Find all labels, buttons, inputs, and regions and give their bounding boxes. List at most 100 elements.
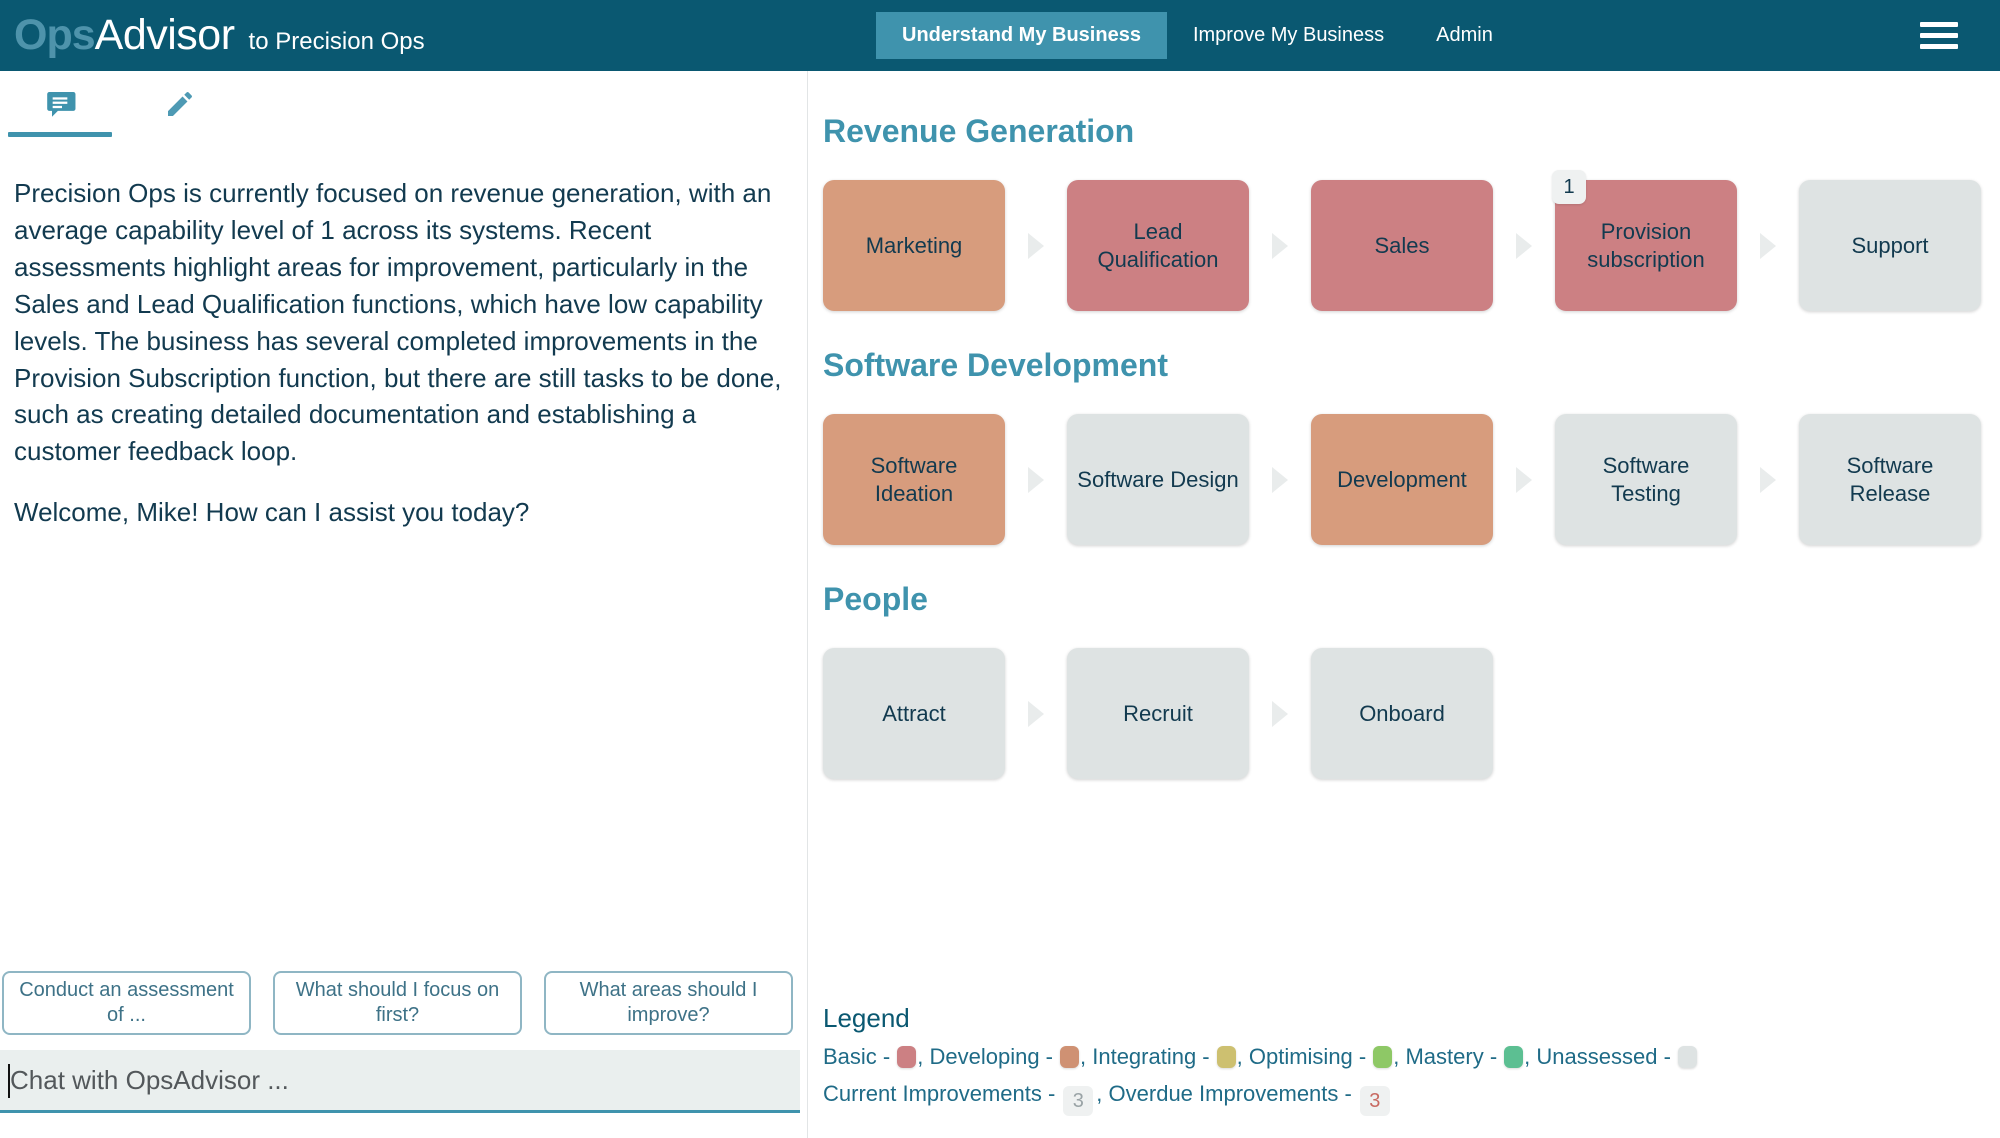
- nav-tab-admin[interactable]: Admin: [1410, 12, 1519, 59]
- capability-card-slot: Software Testing: [1555, 414, 1737, 545]
- pencil-edit-icon: [168, 92, 192, 116]
- legend-separator: ,: [1524, 1043, 1537, 1069]
- suggestion-chip-areas-improve[interactable]: What areas should I improve?: [544, 971, 793, 1035]
- capability-level-badge: 1: [1552, 170, 1586, 204]
- legend-color-swatch: [1373, 1045, 1393, 1068]
- main-nav-tabs: Understand My Business Improve My Busine…: [876, 12, 1519, 59]
- legend-separator: ,: [1096, 1081, 1109, 1106]
- nav-tab-improve-my-business[interactable]: Improve My Business: [1167, 12, 1410, 59]
- capability-card[interactable]: Recruit: [1067, 648, 1249, 779]
- capability-card[interactable]: Support: [1799, 180, 1981, 311]
- chat-input[interactable]: [10, 1064, 800, 1096]
- flow-arrow-icon: [1005, 700, 1067, 727]
- legend-improvement-counts: Current Improvements - 3, Overdue Improve…: [823, 1075, 1698, 1116]
- hamburger-menu-icon[interactable]: [1920, 22, 1958, 49]
- capability-flow: Attract Recruit Onboard: [823, 648, 2000, 779]
- app-root: Ops Advisor to Precision Ops Understand …: [0, 0, 2000, 1138]
- legend-color-swatch: [1504, 1045, 1524, 1068]
- capability-card[interactable]: Software Testing: [1555, 414, 1737, 545]
- section-title: Revenue Generation: [823, 113, 1135, 149]
- capability-card[interactable]: Development: [1311, 414, 1493, 545]
- capability-card[interactable]: Software Ideation: [823, 414, 1005, 545]
- legend-separator: ,: [917, 1043, 930, 1069]
- suggestion-chip-assessment[interactable]: Conduct an assessment of ...: [2, 971, 251, 1035]
- legend-color-swatch: [1060, 1045, 1079, 1068]
- flow-arrow-icon: [1493, 466, 1555, 493]
- legend-item: Developing -,: [929, 1038, 1092, 1075]
- legend-separator: ,: [1080, 1043, 1093, 1069]
- capability-card-slot: Development: [1311, 414, 1493, 545]
- legend-item-label: Optimising -: [1248, 1043, 1367, 1069]
- capability-card-slot: Sales: [1311, 180, 1493, 311]
- legend-capability-levels: Basic -, Developing -, Integrating -, Op…: [823, 1038, 1698, 1075]
- legend-title: Legend: [823, 1002, 910, 1033]
- tab-edit[interactable]: [120, 71, 240, 137]
- capability-flow: Marketing Lead Qualification Sales Provisio…: [823, 170, 2000, 311]
- legend-improvement-label: Overdue Improvements -: [1108, 1081, 1352, 1106]
- capability-card-slot: Provision subscription 1: [1552, 170, 1737, 311]
- legend-item: Mastery -,: [1405, 1038, 1536, 1075]
- capability-flow: Software Ideation Software Design Developm…: [823, 414, 2000, 545]
- app-logo[interactable]: Ops Advisor to Precision Ops: [14, 14, 425, 57]
- legend-improvement-item: Overdue Improvements - 3: [1109, 1075, 1393, 1116]
- legend-color-swatch: [897, 1045, 917, 1068]
- legend-color-swatch: [1677, 1045, 1697, 1068]
- capability-card[interactable]: Sales: [1311, 180, 1493, 311]
- value-stream-section: Revenue Generation Marketing Lead Qualific…: [823, 113, 2000, 311]
- legend-item: Integrating -,: [1092, 1038, 1249, 1075]
- tab-chat[interactable]: [0, 71, 120, 137]
- chat-message-list: Precision Ops is currently focused on re…: [0, 175, 807, 948]
- value-stream-section: Software Development Software Ideation Sof…: [823, 347, 2000, 545]
- chat-input-container[interactable]: [0, 1050, 800, 1113]
- capability-card[interactable]: Software Release: [1799, 414, 1981, 545]
- flow-arrow-icon: [1249, 466, 1311, 493]
- text-cursor: [8, 1064, 10, 1098]
- flow-arrow-icon: [1737, 232, 1799, 259]
- suggestion-chip-focus-first[interactable]: What should I focus on first?: [273, 971, 522, 1035]
- capability-card[interactable]: Marketing: [823, 180, 1005, 311]
- capability-card[interactable]: Onboard: [1311, 648, 1493, 779]
- legend-item: Optimising -,: [1249, 1038, 1406, 1075]
- capability-card-slot: Recruit: [1067, 648, 1249, 779]
- legend-item-label: Mastery -: [1405, 1043, 1498, 1069]
- capability-card-slot: Lead Qualification: [1067, 180, 1249, 311]
- legend-item: Basic -,: [823, 1038, 929, 1075]
- flow-arrow-icon: [1249, 232, 1311, 259]
- chat-bubble-icon: [47, 92, 76, 117]
- legend-improvement-item: Current Improvements - 3,: [823, 1075, 1109, 1116]
- legend-item-label: Basic -: [823, 1043, 891, 1069]
- capability-card-slot: Software Design: [1067, 414, 1249, 545]
- legend-item-label: Unassessed -: [1536, 1043, 1671, 1069]
- suggested-prompts: Conduct an assessment of ... What should…: [0, 971, 793, 1035]
- legend: Legend Basic -, Developing -, Integratin…: [823, 1003, 1698, 1116]
- capability-card[interactable]: Software Design: [1067, 414, 1249, 545]
- capability-card[interactable]: Attract: [823, 648, 1005, 779]
- active-tab-underline: [8, 132, 112, 137]
- legend-improvement-count: 3: [1063, 1086, 1094, 1116]
- value-stream-sections: Revenue Generation Marketing Lead Qualific…: [823, 113, 2000, 779]
- capability-card[interactable]: Lead Qualification: [1067, 180, 1249, 311]
- chat-message-summary: Precision Ops is currently focused on re…: [14, 178, 782, 467]
- capability-card-slot: Software Release: [1799, 414, 1981, 545]
- flow-arrow-icon: [1493, 232, 1555, 259]
- section-title: Software Development: [823, 347, 1168, 383]
- legend-item-label: Integrating -: [1092, 1043, 1210, 1069]
- capability-card-slot: Onboard: [1311, 648, 1493, 779]
- nav-tab-understand-my-business[interactable]: Understand My Business: [876, 12, 1167, 59]
- flow-arrow-icon: [1737, 466, 1799, 493]
- value-stream-panel: Revenue Generation Marketing Lead Qualific…: [809, 71, 2000, 1138]
- flow-arrow-icon: [1005, 232, 1067, 259]
- capability-card-slot: Attract: [823, 648, 1005, 779]
- logo-text-primary: Ops: [14, 11, 96, 59]
- logo-text-secondary: Advisor: [94, 11, 235, 59]
- legend-improvement-label: Current Improvements -: [823, 1081, 1056, 1106]
- capability-card-slot: Marketing: [823, 180, 1005, 311]
- legend-improvement-count: 3: [1359, 1086, 1390, 1116]
- legend-item-label: Developing -: [929, 1043, 1053, 1069]
- legend-item: Unassessed -: [1536, 1038, 1698, 1075]
- top-navigation-bar: Ops Advisor to Precision Ops Understand …: [0, 0, 2000, 71]
- value-stream-section: People Attract Recruit Onboard: [823, 581, 2000, 779]
- capability-card-slot: Software Ideation: [823, 414, 1005, 545]
- flow-arrow-icon: [1005, 466, 1067, 493]
- tenant-subtitle: to Precision Ops: [248, 28, 425, 55]
